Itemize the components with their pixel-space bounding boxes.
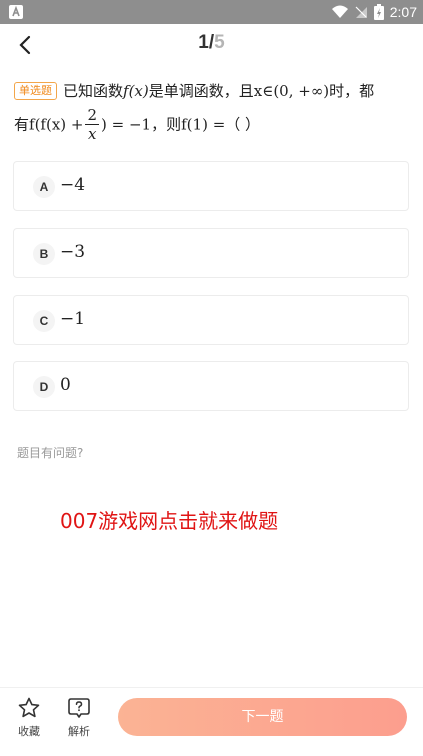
question-text-3: 时，都 [329,82,375,100]
option-d[interactable]: D 0 [13,361,409,411]
option-letter: B [33,243,55,265]
question-text-1: 已知函数 [63,82,124,100]
option-b[interactable]: B −3 [13,228,409,278]
analysis-label: 解析 [68,725,90,738]
math-ask: f(1) = [181,115,226,134]
fraction-denominator: x [88,125,97,143]
favorite-label: 收藏 [18,725,40,738]
math-condition: x∈(0, +∞) [253,82,330,100]
status-bar: 2:07 [0,0,423,24]
android-icon [9,5,23,19]
question-line-1: 单选题 已知函数f(x)是单调函数，且x∈(0, +∞)时，都 [14,80,410,102]
option-text: −1 [60,309,86,329]
wifi-icon [331,5,348,18]
battery-charging-icon [373,4,384,20]
option-text: 0 [60,375,71,395]
no-sim-icon [355,6,367,18]
option-letter: D [33,376,55,398]
question-line-2: 有f(f(x) +2 x) = −1，则f(1) =（ ） [14,106,410,150]
bottom-bar: 收藏 解析 下一题 [0,687,423,756]
question-text-2: 是单调函数，且 [148,82,254,100]
question-progress: 1/5 [0,32,423,54]
status-time: 2:07 [389,4,417,20]
option-letter: A [33,176,55,198]
question-text-4: 有 [14,115,30,134]
status-icons: 2:07 [331,0,417,24]
option-text: −3 [60,242,86,262]
math-fx: f(x) [123,82,149,100]
report-problem-link[interactable]: 题目有问题? [17,444,83,461]
option-text: −4 [60,175,86,195]
star-outline-icon [18,697,40,718]
math-expr-right: ) = −1 [101,115,152,134]
analysis-button[interactable]: 解析 [59,696,99,739]
question-box-icon [68,698,90,718]
question-type-tag: 单选题 [14,82,57,100]
option-letter: C [33,310,55,332]
math-fraction: 2x [85,106,100,143]
nav-bar: 1/5 [0,24,423,66]
math-expr-left: f(f(x) + [29,115,84,134]
fraction-numerator: 2 [85,106,100,125]
option-c[interactable]: C −1 [13,295,409,345]
favorite-button[interactable]: 收藏 [9,696,49,739]
promo-text: 007游戏网点击就来做题 [60,509,279,533]
progress-total: 5 [214,32,225,53]
answer-blank: （ ） [225,115,261,134]
question-text-5: ，则 [151,115,182,134]
next-question-button[interactable]: 下一题 [118,698,407,736]
question-stem: 单选题 已知函数f(x)是单调函数，且x∈(0, +∞)时，都 有f(f(x) +… [14,80,410,150]
option-a[interactable]: A −4 [13,161,409,211]
progress-current: 1 [198,32,209,53]
